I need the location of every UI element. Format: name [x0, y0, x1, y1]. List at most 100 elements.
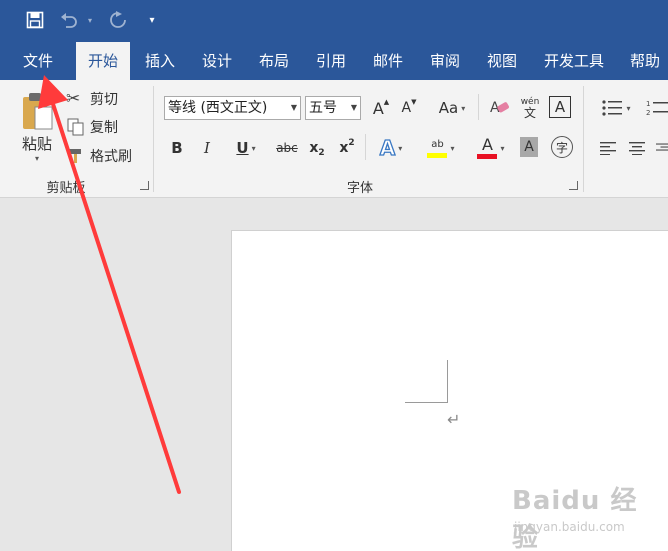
font-color-button[interactable]: A ▾	[470, 134, 512, 162]
numbering-button[interactable]: 12	[646, 96, 668, 120]
group-divider	[153, 86, 154, 192]
chevron-down-icon: ▾	[450, 143, 455, 153]
copy-label: 复制	[90, 120, 118, 136]
superscript-icon: x	[339, 140, 349, 156]
chevron-down-icon: ▼	[290, 103, 297, 112]
font-color-bar	[477, 154, 498, 159]
paragraph-mark-icon: ↵	[447, 410, 461, 429]
bold-icon: B	[171, 139, 183, 157]
chevron-down-icon: ▾	[461, 103, 466, 113]
save-icon[interactable]	[24, 9, 46, 31]
align-right-icon	[656, 143, 668, 151]
character-shading-button[interactable]: A	[520, 137, 538, 157]
tab-view[interactable]: 视图	[478, 42, 526, 80]
chevron-down-icon: ▾	[500, 143, 505, 153]
character-border-button[interactable]: A	[549, 96, 571, 118]
align-center-button[interactable]	[627, 138, 647, 158]
text-boundary-mark	[405, 402, 448, 403]
font-dialog-launcher[interactable]	[569, 181, 578, 190]
tab-developer[interactable]: 开发工具	[536, 42, 612, 80]
text-boundary-mark	[447, 360, 448, 402]
grow-font-icon: A	[372, 98, 384, 118]
format-painter-button[interactable]: 格式刷	[66, 145, 132, 167]
chevron-down-icon: ▾	[626, 103, 631, 113]
group-divider	[583, 86, 584, 192]
character-border-icon: A	[554, 98, 566, 116]
highlight-color-bar	[427, 152, 448, 158]
tab-review[interactable]: 审阅	[421, 42, 469, 80]
highlight-button[interactable]: ab ▾	[420, 134, 462, 162]
underline-icon: U	[236, 139, 249, 157]
tab-help[interactable]: 帮助	[622, 42, 668, 80]
paste-button[interactable]: 粘贴 ▾	[14, 86, 60, 168]
bold-button[interactable]: B	[168, 136, 186, 160]
tab-references[interactable]: 引用	[307, 42, 355, 80]
subscript-button[interactable]: x2	[306, 136, 328, 160]
divider	[365, 134, 366, 160]
font-name-select[interactable]: 等线 (西文正文) ▼	[164, 96, 301, 120]
phonetic-guide-button[interactable]: wén 文	[518, 94, 542, 122]
customize-toolbar-icon[interactable]: ▾	[145, 9, 159, 31]
font-name-value: 等线 (西文正文)	[168, 100, 268, 116]
chevron-down-icon: ▾	[251, 143, 256, 153]
phonetic-bottom: 文	[523, 105, 536, 120]
watermark-logo: Baidu 经验	[512, 486, 638, 551]
cut-button[interactable]: ✂ 剪切	[66, 88, 118, 110]
redo-icon[interactable]	[107, 9, 129, 31]
copy-button[interactable]: 复制	[66, 116, 118, 138]
clipboard-icon	[23, 93, 53, 130]
paintbrush-icon	[69, 149, 81, 163]
watermark-url: jingyan.baidu.com	[514, 520, 625, 534]
highlight-letters: ab	[431, 138, 444, 150]
tab-insert[interactable]: 插入	[136, 42, 184, 80]
bullets-button[interactable]: ▾	[596, 96, 636, 120]
caret-down-icon: ▼	[411, 98, 417, 106]
shrink-font-icon: A	[401, 100, 412, 116]
undo-dropdown-icon[interactable]: ▾	[84, 9, 96, 31]
font-size-value: 五号	[309, 100, 337, 116]
undo-icon[interactable]	[58, 9, 80, 31]
chevron-down-icon: ▼	[350, 103, 357, 112]
paste-label: 粘贴	[21, 135, 52, 153]
caret-up-icon: ▲	[383, 98, 390, 106]
underline-button[interactable]: U ▾	[228, 136, 264, 160]
font-group-label: 字体	[346, 181, 373, 196]
ribbon-tab-bar: 文件 开始 插入 设计 布局 引用 邮件 审阅 视图 开发工具 帮助	[0, 42, 668, 80]
text-effects-button[interactable]: A ▾	[372, 135, 410, 160]
highlighter-icon: ab	[427, 138, 448, 158]
clear-formatting-button[interactable]: A	[486, 96, 514, 120]
italic-icon: I	[204, 139, 210, 157]
enclose-characters-icon: 字	[555, 140, 568, 155]
change-case-button[interactable]: Aa ▾	[434, 96, 470, 120]
character-shading-icon: A	[524, 139, 534, 155]
paste-dropdown-icon: ▾	[34, 154, 39, 163]
divider	[478, 94, 479, 120]
align-center-icon	[629, 142, 645, 155]
enclose-characters-button[interactable]: 字	[551, 136, 573, 158]
shrink-font-button[interactable]: A ▼	[398, 96, 420, 120]
text-effects-icon: A	[379, 135, 396, 160]
align-right-button[interactable]	[656, 138, 668, 158]
tab-home[interactable]: 开始	[76, 42, 130, 80]
align-left-button[interactable]	[598, 138, 618, 158]
superscript-button[interactable]: x2	[336, 136, 358, 160]
grow-font-button[interactable]: A ▲	[370, 96, 392, 120]
chevron-down-icon: ▾	[398, 143, 403, 153]
clipboard-dialog-launcher[interactable]	[140, 181, 149, 190]
align-left-icon	[600, 142, 616, 155]
superscript-digit: 2	[348, 138, 355, 148]
tab-layout[interactable]: 布局	[250, 42, 298, 80]
clipboard-group-label: 剪贴板	[46, 181, 86, 196]
font-size-select[interactable]: 五号 ▼	[305, 96, 361, 120]
strikethrough-button[interactable]: abc	[274, 136, 300, 160]
strikethrough-icon: abc	[276, 141, 298, 155]
change-case-icon: Aa	[438, 99, 459, 117]
numbered-list-icon: 12	[646, 100, 668, 117]
tab-design[interactable]: 设计	[193, 42, 241, 80]
subscript-icon: x	[309, 140, 319, 156]
baidu-watermark: Baidu 经验 jingyan.baidu.com	[512, 480, 662, 551]
tab-mailings[interactable]: 邮件	[364, 42, 412, 80]
cut-label: 剪切	[90, 92, 118, 108]
tab-file[interactable]: 文件	[12, 42, 64, 80]
italic-button[interactable]: I	[198, 136, 216, 160]
